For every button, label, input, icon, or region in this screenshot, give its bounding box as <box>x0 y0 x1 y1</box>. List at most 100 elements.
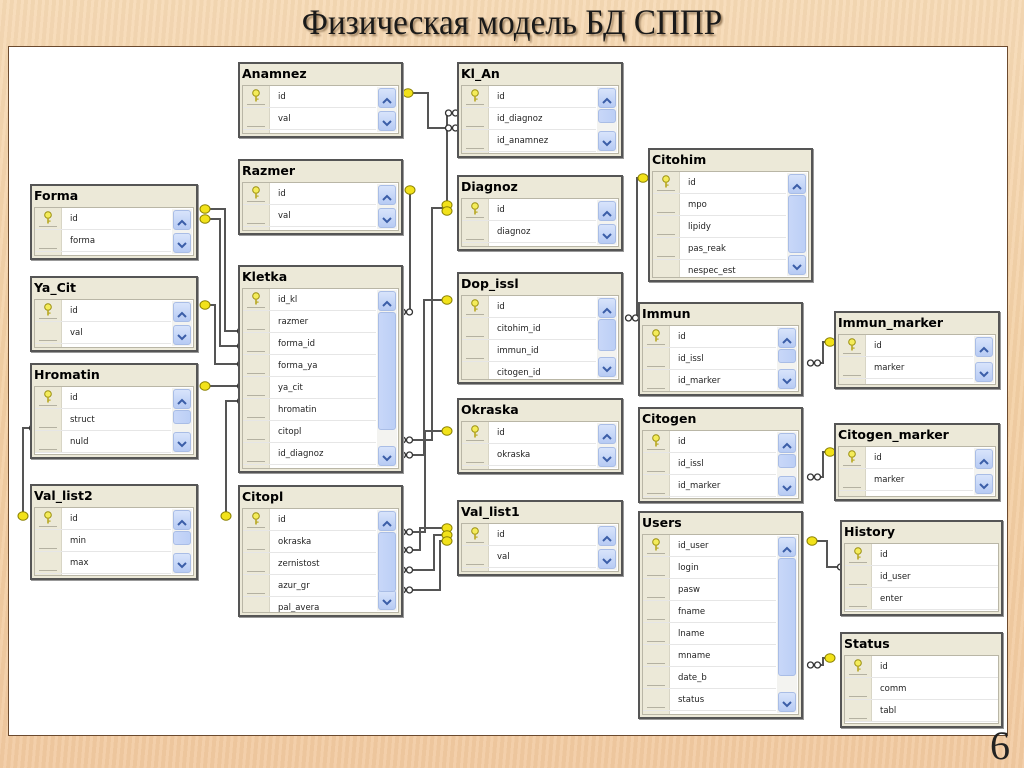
field-row[interactable]: id <box>35 508 171 530</box>
table-title[interactable]: Immun <box>640 304 801 324</box>
field-row[interactable]: ... <box>462 466 596 469</box>
scroll-thumb[interactable] <box>598 109 616 123</box>
table-kletka[interactable]: Kletka id_kl razmer forma_id forma_ya ya_cit h… <box>238 265 403 473</box>
scroll-down-button[interactable] <box>975 474 993 494</box>
table-status[interactable]: Status id comm tabl <box>840 632 1003 728</box>
field-row[interactable]: mpo <box>653 194 786 216</box>
field-row[interactable]: citopl <box>243 421 376 443</box>
field-row[interactable]: okraska <box>462 444 596 466</box>
table-title[interactable]: Ya_Cit <box>32 278 196 298</box>
field-row[interactable]: lipidy <box>653 216 786 238</box>
field-row[interactable]: id_user <box>643 535 776 557</box>
field-row[interactable]: id_diagnoz <box>243 443 376 465</box>
scroll-down-button[interactable] <box>598 357 616 377</box>
table-forma[interactable]: Forma id forma... <box>30 184 198 260</box>
field-row[interactable]: id <box>243 86 376 108</box>
field-row[interactable]: id_kl <box>243 289 376 311</box>
scroll-thumb[interactable] <box>378 532 396 592</box>
field-row[interactable]: id <box>643 431 776 453</box>
scroll-up-button[interactable] <box>378 291 396 311</box>
table-citogen-marker[interactable]: Citogen_markerid marker... <box>834 423 1000 501</box>
field-row[interactable]: zernistost <box>243 553 376 575</box>
field-row[interactable]: id <box>243 183 376 205</box>
table-val-list2[interactable]: Val_list2id min max... <box>30 484 198 580</box>
field-row[interactable]: citohim_id <box>462 318 596 340</box>
field-row[interactable]: ya_cit <box>243 377 376 399</box>
scroll-thumb[interactable] <box>778 454 796 468</box>
scroll-down-button[interactable] <box>598 549 616 569</box>
table-title[interactable]: Citopl <box>240 487 401 507</box>
field-row[interactable]: okraska <box>243 531 376 553</box>
scroll-down-button[interactable] <box>173 553 191 573</box>
field-row[interactable]: id <box>35 387 171 409</box>
table-title[interactable]: Status <box>842 634 1001 654</box>
scrollbar[interactable] <box>377 87 397 132</box>
field-row[interactable]: val <box>35 322 171 344</box>
field-row[interactable]: date_b <box>643 667 776 689</box>
field-row[interactable]: id_anamnez <box>462 130 596 152</box>
scrollbar[interactable] <box>597 297 617 378</box>
field-row[interactable]: dop_issl <box>243 465 376 468</box>
table-title[interactable]: Val_list1 <box>459 502 621 522</box>
table-anamnez[interactable]: Anamnez id val... <box>238 62 403 138</box>
field-row[interactable]: azur_gr <box>243 575 376 597</box>
field-row[interactable]: status <box>643 689 776 711</box>
field-row[interactable]: login <box>643 557 776 579</box>
field-row[interactable]: ... <box>462 243 596 246</box>
field-row[interactable]: id_user <box>845 566 998 588</box>
field-row[interactable]: ... <box>35 344 171 347</box>
scroll-down-button[interactable] <box>378 111 396 131</box>
scroll-up-button[interactable] <box>778 433 796 453</box>
table-immun-marker[interactable]: Immun_markerid marker... <box>834 311 1000 389</box>
scroll-thumb[interactable] <box>598 319 616 351</box>
scroll-up-button[interactable] <box>173 510 191 530</box>
field-row[interactable]: id <box>35 208 171 230</box>
scroll-down-button[interactable] <box>598 447 616 467</box>
scroll-thumb[interactable] <box>778 349 796 363</box>
scroll-up-button[interactable] <box>378 511 396 531</box>
scroll-up-button[interactable] <box>975 449 993 469</box>
scrollbar[interactable] <box>377 290 397 467</box>
field-row[interactable]: val <box>462 546 596 568</box>
field-row[interactable]: ... <box>243 227 376 230</box>
scroll-down-button[interactable] <box>778 476 796 496</box>
field-row[interactable]: nuld <box>35 431 171 453</box>
scroll-down-button[interactable] <box>778 369 796 389</box>
scroll-up-button[interactable] <box>173 210 191 230</box>
scroll-up-button[interactable] <box>598 526 616 546</box>
field-row[interactable]: id <box>845 544 998 566</box>
table-diagnoz[interactable]: Diagnoz id diagnoz... <box>457 175 623 251</box>
table-title[interactable]: Razmer <box>240 161 401 181</box>
table-title[interactable]: Anamnez <box>240 64 401 84</box>
table-title[interactable]: Citogen <box>640 409 801 429</box>
table-users[interactable]: Users id_user login pasw fname lname mname date… <box>638 511 803 719</box>
field-row[interactable]: comm <box>845 678 998 700</box>
scrollbar[interactable] <box>777 432 797 497</box>
field-row[interactable]: mname <box>643 645 776 667</box>
scroll-up-button[interactable] <box>598 201 616 221</box>
field-row[interactable]: val <box>243 108 376 130</box>
table-title[interactable]: Hromatin <box>32 365 196 385</box>
scrollbar[interactable] <box>974 448 994 495</box>
scroll-up-button[interactable] <box>598 424 616 444</box>
scroll-down-button[interactable] <box>173 432 191 452</box>
scroll-thumb[interactable] <box>173 410 191 424</box>
table-hromatin[interactable]: Hromatin id struct nuld <box>30 363 198 459</box>
field-row[interactable]: id <box>35 300 171 322</box>
table-val-list1[interactable]: Val_list1id val... <box>457 500 623 576</box>
field-row[interactable]: id_marker <box>643 475 776 497</box>
field-row[interactable]: min <box>35 530 171 552</box>
field-row[interactable]: val <box>243 205 376 227</box>
scrollbar[interactable] <box>597 87 617 152</box>
field-row[interactable]: lname <box>643 623 776 645</box>
field-row[interactable]: max <box>35 552 171 574</box>
scrollbar[interactable] <box>172 209 192 254</box>
field-row[interactable]: id <box>462 199 596 221</box>
scroll-down-button[interactable] <box>778 692 796 712</box>
table-title[interactable]: Forma <box>32 186 196 206</box>
field-row[interactable]: id <box>643 326 776 348</box>
field-row[interactable]: razmer <box>243 311 376 333</box>
scrollbar[interactable] <box>777 536 797 713</box>
field-row[interactable]: id <box>243 509 376 531</box>
field-row[interactable]: fname <box>643 601 776 623</box>
